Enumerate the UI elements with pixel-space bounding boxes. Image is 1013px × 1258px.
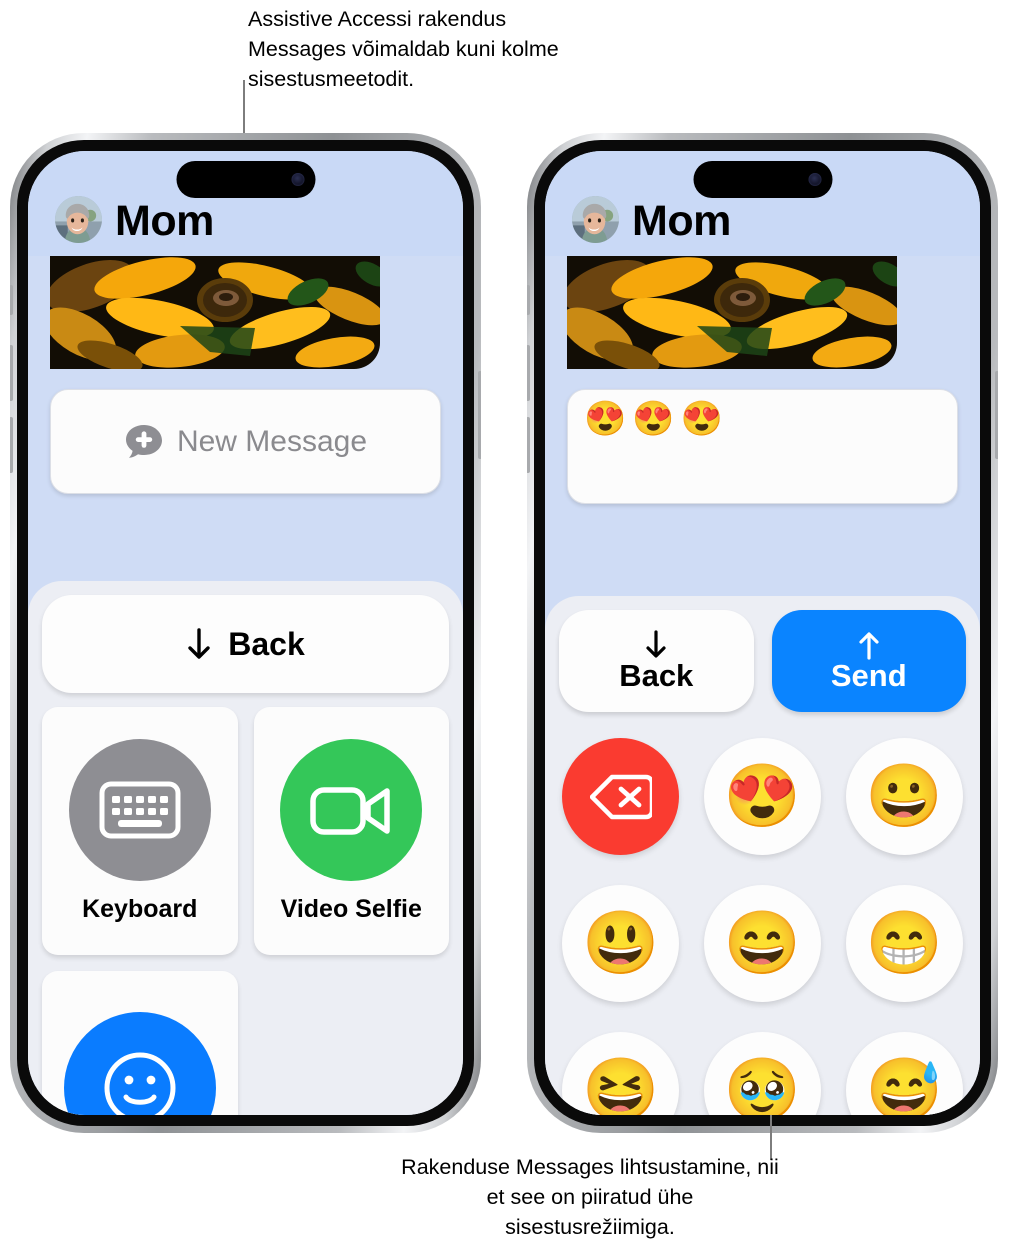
input-method-panel-left: Back Keyboard Video Selfie	[28, 581, 463, 1115]
video-camera-icon	[310, 786, 390, 835]
silent-switch[interactable]	[10, 285, 13, 315]
dynamic-island	[176, 161, 315, 198]
emoji-key-squinting[interactable]: 😆	[562, 1032, 680, 1115]
delete-key[interactable]	[562, 738, 680, 855]
back-button-label-right: Back	[619, 657, 694, 693]
video-icon-disc	[280, 738, 423, 881]
back-button-right[interactable]: Back	[559, 610, 754, 712]
contact-name-left: Mom	[115, 197, 214, 245]
tile-label-keyboard: Keyboard	[82, 894, 198, 923]
keyboard-icon-disc	[68, 738, 211, 881]
emoji-key-sweat-smile[interactable]: 😅	[845, 1032, 963, 1115]
volume-down-button[interactable]	[527, 417, 530, 473]
input-method-tile-keyboard[interactable]: Keyboard	[42, 707, 238, 955]
sunflower-photo	[50, 256, 380, 369]
back-button-label-left: Back	[228, 625, 305, 662]
message-composer-right[interactable]: 😍😍😍	[567, 389, 958, 504]
arrow-up-icon	[859, 632, 879, 660]
contact-name-right: Mom	[632, 197, 731, 245]
volume-down-button[interactable]	[10, 417, 13, 473]
volume-up-button[interactable]	[527, 345, 530, 401]
silent-switch[interactable]	[527, 285, 530, 315]
new-message-bubble-plus-icon	[125, 424, 162, 458]
side-power-button[interactable]	[478, 371, 481, 459]
callout-caption-top: Assistive Accessi rakendus Messages võim…	[248, 7, 559, 91]
emoji-input-panel-right: Back Send 😍 😀 😃 😄 😁 😆 🥹 😅	[545, 596, 980, 1115]
conversation-area-left: New Message	[28, 256, 463, 581]
tile-label-video-selfie: Video Selfie	[280, 894, 422, 923]
contact-avatar-photo	[572, 196, 619, 243]
emoji-key-smile[interactable]: 😄	[703, 885, 821, 1002]
front-camera-icon	[291, 173, 304, 186]
contact-avatar-photo	[55, 196, 102, 243]
iphone-device-right: Mom 😍😍😍 Back Send 😍 😀 😃 😄 😁 😆 🥹 😅	[527, 133, 998, 1133]
emoji-key-grin[interactable]: 😁	[845, 885, 963, 1002]
emoji-key-holding-back-tears[interactable]: 🥹	[703, 1032, 821, 1115]
emoji-icon-disc	[63, 1012, 216, 1115]
emoji-key-smiley[interactable]: 😃	[562, 885, 680, 1002]
device-screen-right: Mom 😍😍😍 Back Send 😍 😀 😃 😄 😁 😆 🥹 😅	[545, 151, 980, 1115]
photo-message-bubble-left[interactable]	[50, 256, 380, 369]
dynamic-island	[693, 161, 832, 198]
new-message-placeholder: New Message	[176, 424, 368, 458]
arrow-down-icon	[188, 628, 210, 659]
emoji-keypad: 😍 😀 😃 😄 😁 😆 🥹 😅	[559, 738, 966, 1115]
input-method-tile-emoji[interactable]	[42, 971, 238, 1115]
backspace-delete-icon	[589, 774, 652, 819]
conversation-area-right: 😍😍😍	[545, 256, 980, 596]
volume-up-button[interactable]	[10, 345, 13, 401]
photo-message-bubble-right[interactable]	[567, 256, 897, 369]
device-bezel: Mom	[17, 140, 474, 1126]
action-button-row: Back Send	[559, 610, 966, 712]
device-bezel: Mom	[534, 140, 991, 1126]
iphone-device-left: Mom New Message Back Keyboard Video Self…	[10, 133, 481, 1133]
smiley-face-icon	[104, 1052, 176, 1115]
input-method-tile-video-selfie[interactable]: Video Selfie	[253, 707, 449, 955]
keyboard-icon	[99, 781, 181, 838]
composer-emoji-value: 😍😍😍	[584, 400, 730, 438]
arrow-down-icon	[646, 630, 666, 658]
emoji-key-grinning[interactable]: 😀	[845, 738, 963, 855]
new-message-composer-left[interactable]: New Message	[50, 389, 441, 494]
emoji-key-heart-eyes[interactable]: 😍	[703, 738, 821, 855]
back-button-left[interactable]: Back	[42, 595, 449, 693]
device-screen-left: Mom New Message Back Keyboard Video Self…	[28, 151, 463, 1115]
input-method-grid: Keyboard Video Selfie	[42, 707, 449, 1115]
front-camera-icon	[808, 173, 821, 186]
avatar	[572, 196, 619, 243]
screenshot-stage: Assistive Accessi rakendus Messages võim…	[0, 0, 1013, 1258]
avatar	[55, 196, 102, 243]
side-power-button[interactable]	[995, 371, 998, 459]
callout-caption-bottom: Rakenduse Messages lihtsustamine, nii et…	[401, 1155, 779, 1239]
send-button[interactable]: Send	[771, 610, 966, 712]
send-button-label: Send	[830, 657, 907, 693]
sunflower-photo	[567, 256, 897, 369]
